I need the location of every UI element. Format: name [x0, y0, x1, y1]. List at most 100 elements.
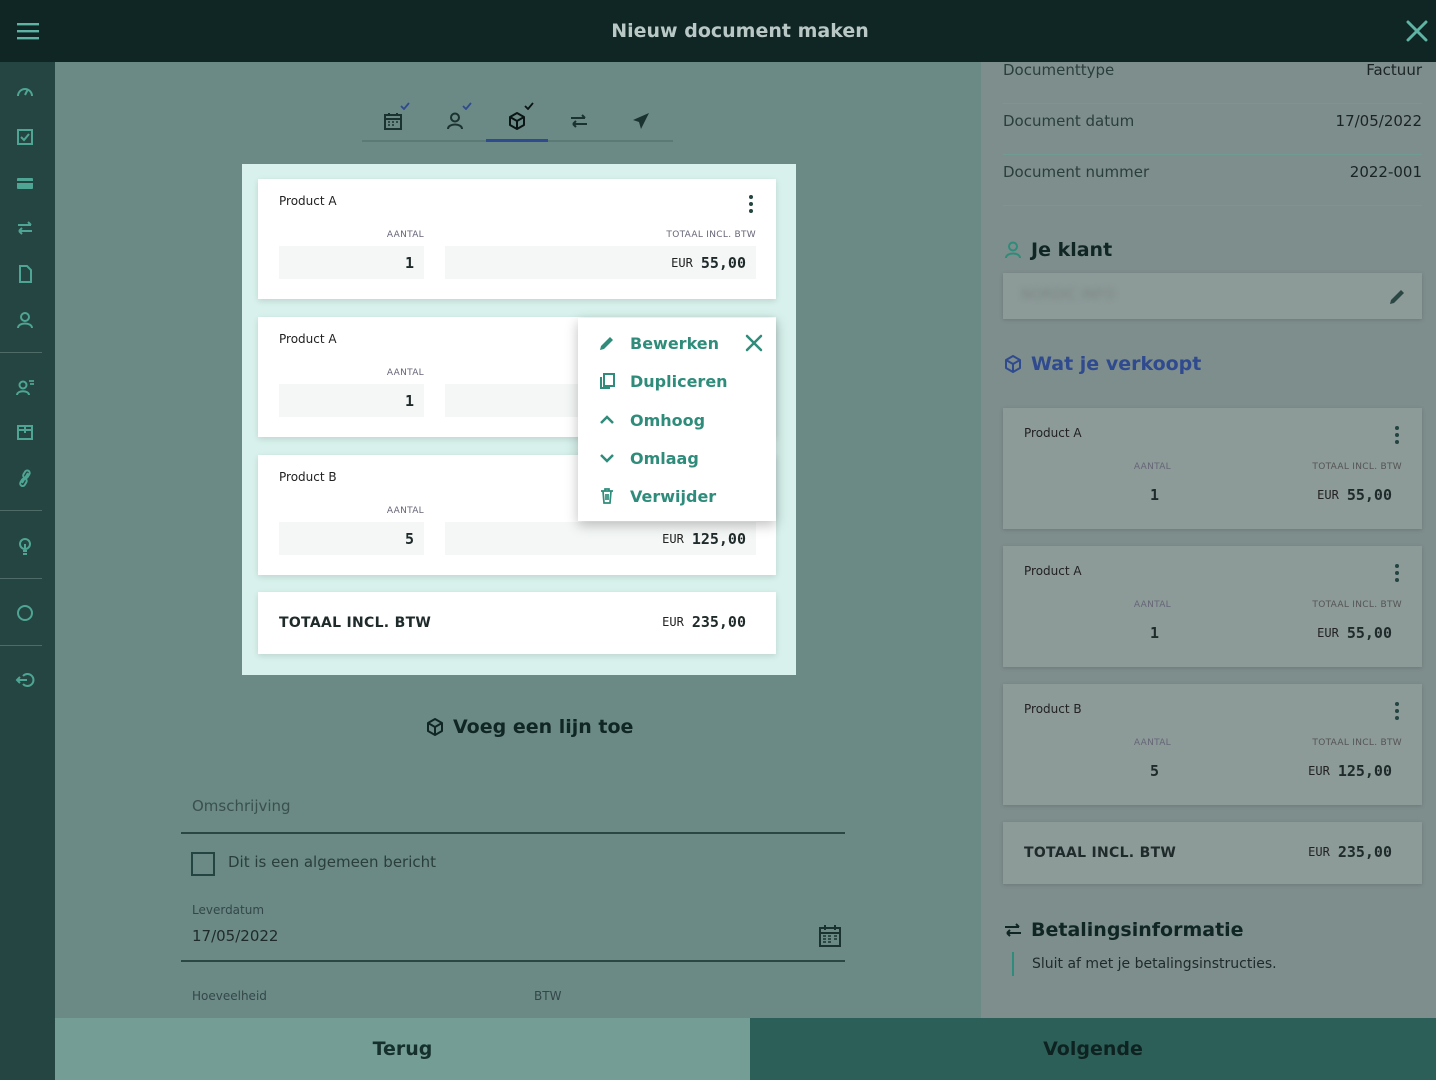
calendar-icon[interactable]: [818, 924, 842, 948]
top-bar: Nieuw document maken: [0, 0, 1436, 62]
summary-row: Documenttype Factuur: [1003, 54, 1422, 104]
general-message-label: Dit is een algemeen bericht: [228, 853, 437, 871]
amount: 235,00: [1337, 843, 1392, 861]
vat-label: BTW: [534, 989, 562, 1003]
more-vert-icon[interactable]: [1392, 563, 1402, 583]
qty-label: AANTAL: [386, 506, 424, 516]
box-icon: [509, 112, 525, 130]
qty-label: AANTAL: [1133, 462, 1171, 472]
qty-label: AANTAL: [1133, 600, 1171, 610]
amount: 125,00: [691, 529, 746, 548]
logout-icon[interactable]: [13, 668, 37, 692]
more-vert-icon[interactable]: [1392, 425, 1402, 445]
total-value: EUR 125,00: [445, 522, 756, 555]
grand-total-value: EUR 235,00: [662, 613, 746, 631]
total-value: EUR 55,00: [1190, 616, 1402, 649]
active-step-bar: [486, 139, 548, 142]
delivery-date-label: Leverdatum: [192, 903, 265, 917]
step-client[interactable]: [424, 102, 486, 140]
total-value: EUR 125,00: [1190, 754, 1402, 787]
box-icon: [1005, 355, 1021, 373]
description-input[interactable]: Omschrijving: [181, 784, 845, 834]
grand-total-value: EUR 235,00: [1308, 843, 1392, 861]
menu-item-label: Verwijder: [630, 486, 717, 506]
box-icon: [427, 718, 443, 736]
pencil-icon[interactable]: [1388, 286, 1408, 306]
description-placeholder: Omschrijving: [192, 797, 291, 815]
client-heading: Je klant: [1003, 237, 1112, 263]
currency: EUR: [671, 255, 693, 270]
back-button[interactable]: Terug: [55, 1018, 750, 1080]
qty-value: 1: [279, 246, 424, 279]
menu-item-label: Omhoog: [630, 410, 706, 430]
copy-icon: [600, 373, 615, 389]
send-icon: [633, 113, 649, 129]
check-icon: [462, 102, 472, 110]
menu-item-down[interactable]: Omlaag: [597, 446, 699, 470]
general-message-checkbox[interactable]: [191, 852, 215, 876]
summary-line-card: Product A AANTAL TOTAAL INCL. BTW 1 EUR 5…: [1003, 546, 1422, 667]
total-value: EUR 55,00: [445, 246, 756, 279]
step-send[interactable]: [610, 102, 672, 140]
amount: 235,00: [691, 613, 746, 631]
menu-item-label: Omlaag: [630, 448, 699, 468]
document-icon[interactable]: [13, 262, 37, 286]
product-name: Product A: [1024, 564, 1082, 578]
add-line-button[interactable]: Voeg een lijn toe: [425, 714, 633, 740]
main-content: Product A AANTAL TOTAAL INCL. BTW 1 EUR 5…: [55, 62, 981, 1018]
calendar-icon: [384, 113, 402, 130]
products-icon[interactable]: [13, 420, 37, 444]
total-label: TOTAAL INCL. BTW: [1312, 600, 1402, 610]
pencil-icon: [600, 337, 613, 350]
qty-value: 1: [1024, 616, 1169, 649]
circle-icon[interactable]: [13, 601, 37, 625]
link-icon[interactable]: [13, 466, 37, 490]
step-products[interactable]: [486, 102, 548, 140]
context-menu: Bewerken Dupliceren Omhoog Omlaag Verwij…: [578, 318, 776, 521]
summary-key: Document nummer: [1003, 163, 1150, 181]
next-button[interactable]: Volgende: [750, 1018, 1436, 1080]
grand-total-card: TOTAAL INCL. BTW EUR 235,00: [258, 592, 776, 654]
delivery-date-field[interactable]: Leverdatum 17/05/2022: [181, 900, 845, 962]
menu-item-delete[interactable]: Verwijder: [597, 484, 716, 508]
more-vert-icon[interactable]: [746, 194, 756, 214]
team-icon[interactable]: [13, 375, 37, 399]
sidebar-divider: [0, 645, 42, 646]
menu-item-duplicate[interactable]: Dupliceren: [597, 369, 728, 393]
currency: EUR: [662, 531, 684, 546]
amount: 55,00: [1346, 623, 1392, 642]
currency: EUR: [1317, 625, 1339, 640]
delivery-date-value: 17/05/2022: [192, 927, 279, 945]
currency: EUR: [1317, 487, 1339, 502]
qty-value: 1: [279, 384, 424, 417]
step-date[interactable]: [362, 102, 424, 140]
dashboard-icon[interactable]: [13, 80, 37, 104]
page-title: Nieuw document maken: [611, 20, 869, 42]
summary-line-card: Product B AANTAL TOTAAL INCL. BTW 5 EUR 1…: [1003, 684, 1422, 805]
menu-item-up[interactable]: Omhoog: [597, 408, 705, 432]
client-name: NORDIC INFO: [1021, 287, 1116, 303]
close-icon[interactable]: [1402, 16, 1432, 46]
tasks-icon[interactable]: [13, 125, 37, 149]
add-line-label: Voeg een lijn toe: [453, 716, 634, 738]
user-icon: [1005, 241, 1021, 259]
currency: EUR: [1308, 763, 1330, 778]
menu-item-edit[interactable]: Bewerken: [597, 331, 719, 355]
step-payment[interactable]: [548, 102, 610, 140]
product-name: Product B: [1024, 702, 1082, 716]
summary-value: 17/05/2022: [1335, 112, 1422, 130]
transfer-icon[interactable]: [13, 216, 37, 240]
total-label: TOTAAL INCL. BTW: [1312, 738, 1402, 748]
contacts-icon[interactable]: [13, 308, 37, 332]
quantity-label: Hoeveelheid: [192, 989, 267, 1003]
check-icon: [400, 102, 410, 110]
close-icon[interactable]: [744, 333, 764, 353]
sidebar-divider: [0, 352, 42, 353]
card-icon[interactable]: [13, 171, 37, 195]
sidebar: [0, 62, 55, 1080]
idea-icon[interactable]: [13, 534, 37, 558]
qty-value: 5: [1024, 754, 1169, 787]
summary-grand-total: TOTAAL INCL. BTW EUR 235,00: [1003, 822, 1422, 884]
amount: 55,00: [700, 253, 746, 272]
more-vert-icon[interactable]: [1392, 701, 1402, 721]
